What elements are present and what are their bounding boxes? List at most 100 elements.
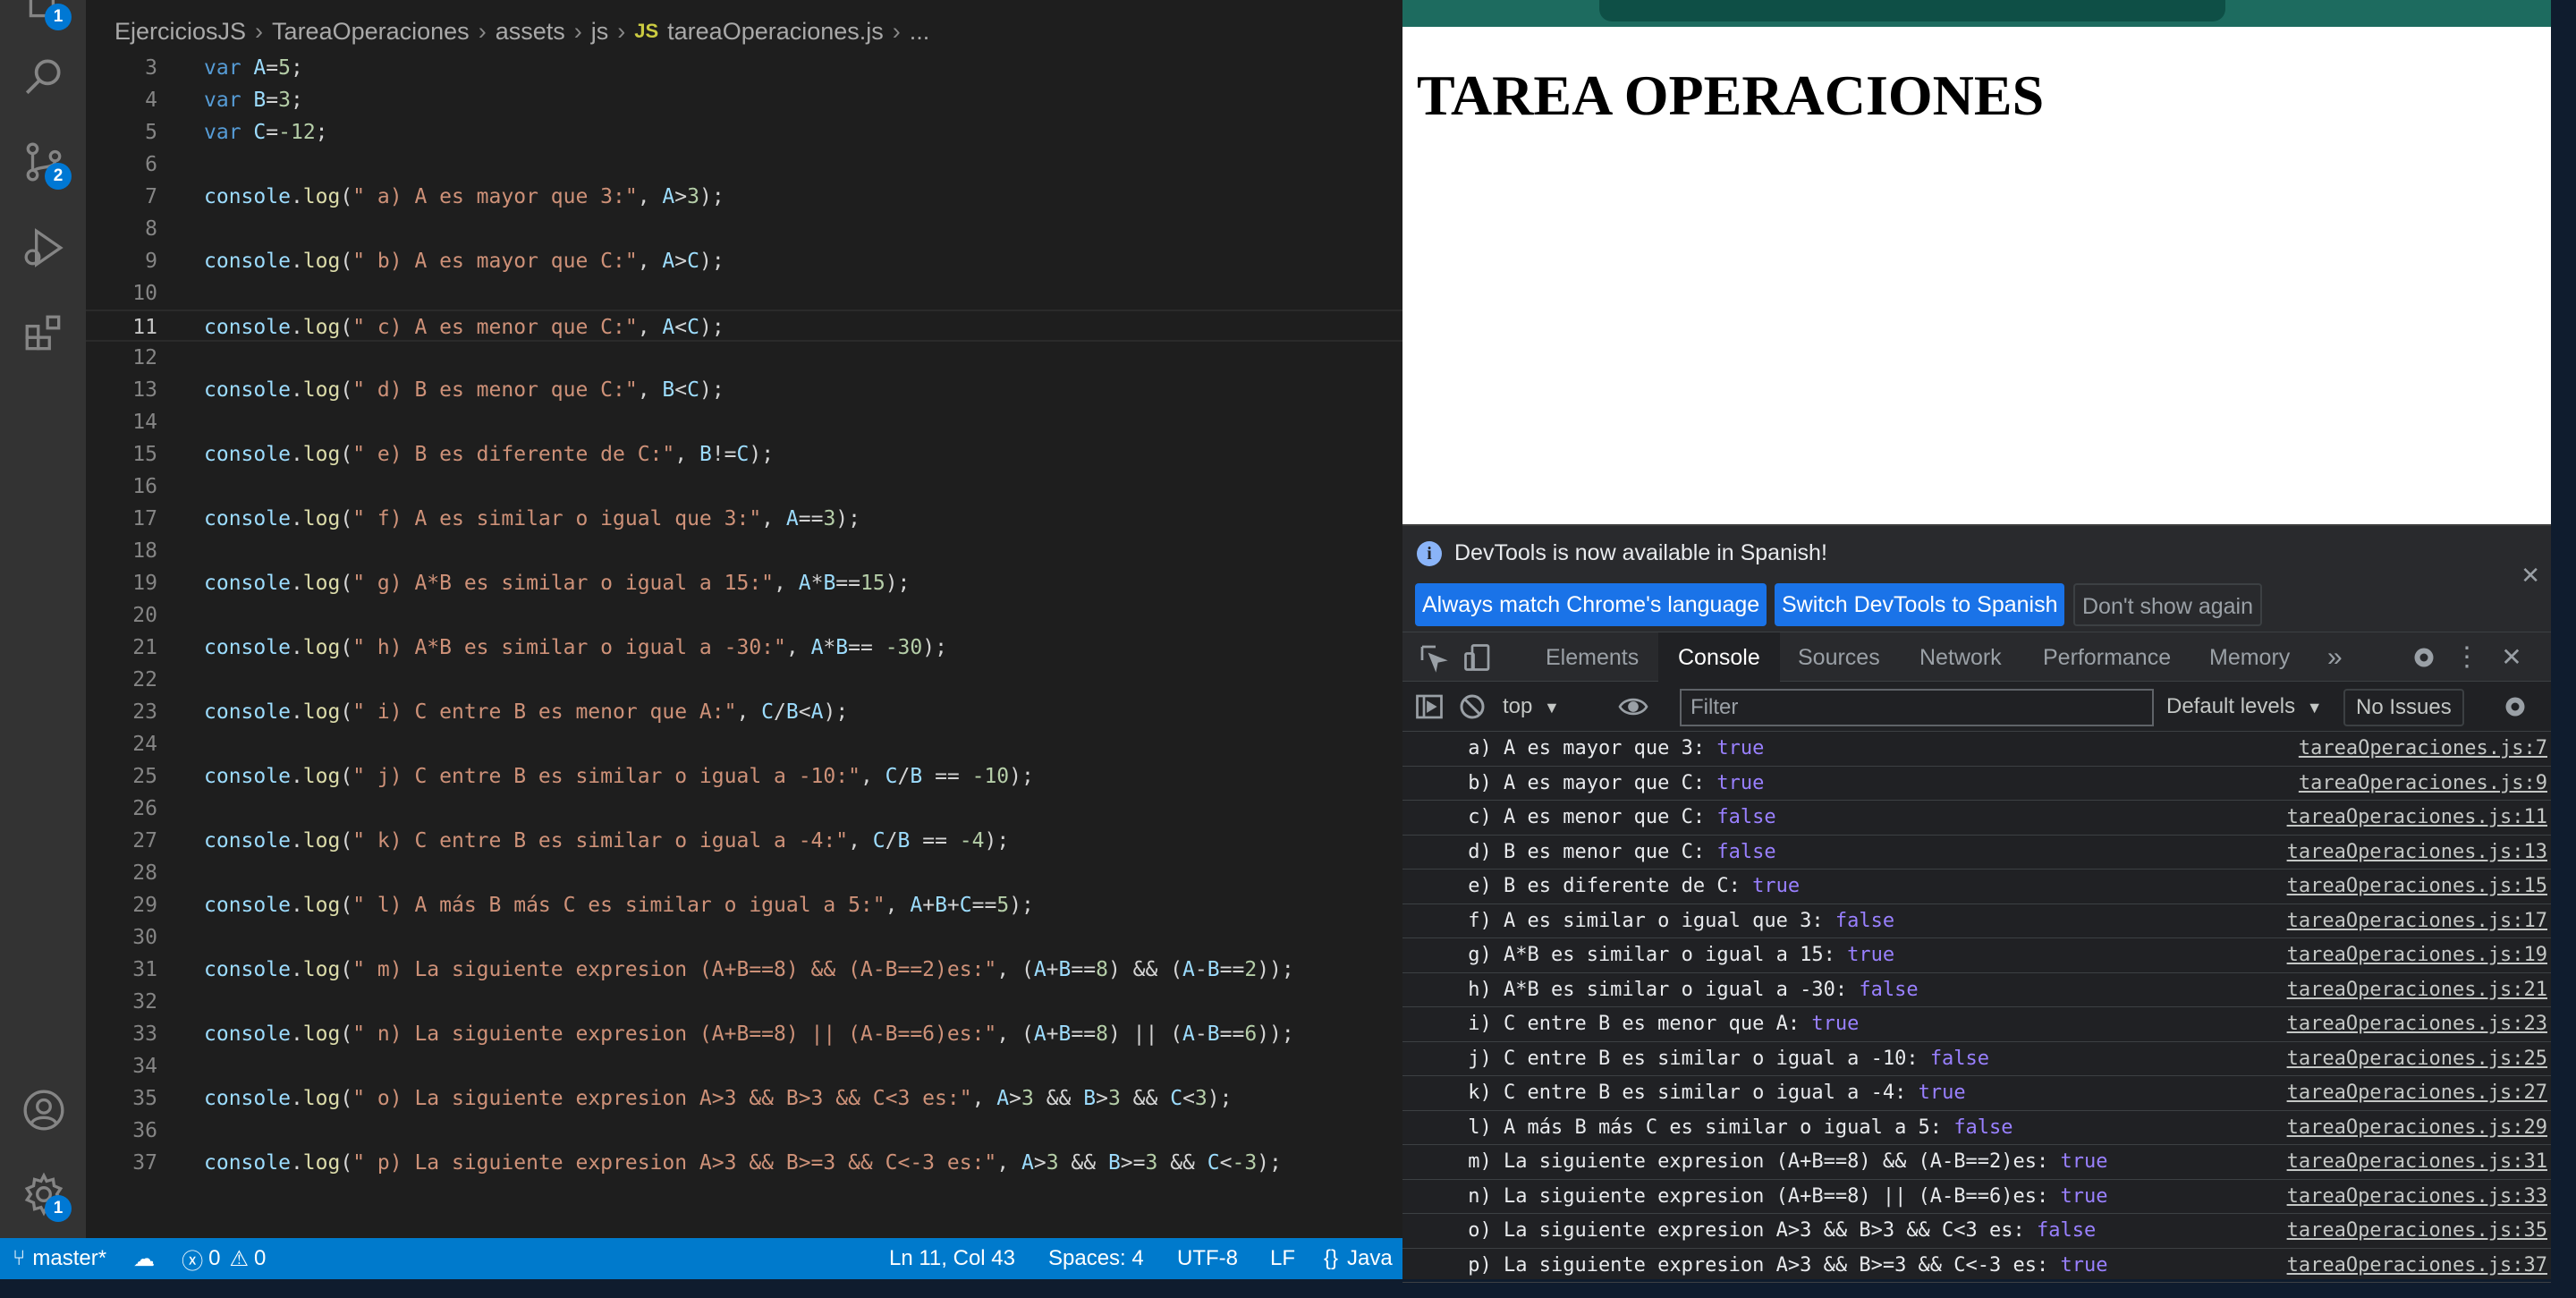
code-line[interactable]: 19 console.log(" g) A*B es similar o igua… — [86, 567, 1404, 599]
settings-gear-icon[interactable] — [2408, 641, 2440, 674]
code-line[interactable]: 20 — [86, 599, 1404, 632]
code-line[interactable]: 10 — [86, 277, 1404, 310]
issues-button[interactable]: No Issues — [2343, 689, 2464, 726]
source-link[interactable]: tareaOperaciones.js:25 — [2287, 1042, 2547, 1076]
code-line[interactable]: 4 var B=3; — [86, 84, 1404, 116]
source-link[interactable]: tareaOperaciones.js:9 — [2299, 767, 2547, 801]
code-line[interactable]: 14 — [86, 406, 1404, 438]
address-bar[interactable] — [1599, 0, 2225, 21]
source-link[interactable]: tareaOperaciones.js:19 — [2287, 938, 2547, 972]
tab-console[interactable]: Console — [1658, 632, 1780, 683]
code-line[interactable]: 25 console.log(" j) C entre B es similar … — [86, 760, 1404, 793]
console-message-text: i) C entre B es menor que A: true — [1456, 1007, 1859, 1041]
filter-input[interactable] — [1680, 689, 2154, 726]
source-link[interactable]: tareaOperaciones.js:11 — [2287, 801, 2547, 835]
code-line[interactable]: 7 console.log(" a) A es mayor que 3:", A>… — [86, 181, 1404, 213]
device-toolbar-icon[interactable] — [1462, 641, 1494, 674]
explorer-icon[interactable]: 1 — [21, 0, 72, 30]
encoding-status[interactable]: UTF-8 — [1177, 1246, 1238, 1271]
source-link[interactable]: tareaOperaciones.js:17 — [2287, 904, 2547, 938]
breadcrumb-item[interactable]: js — [591, 18, 609, 46]
code-line[interactable]: 11 console.log(" c) A es menor que C:", A… — [86, 310, 1404, 342]
breadcrumb-item[interactable]: assets — [496, 18, 565, 46]
code-line[interactable]: 29 console.log(" l) A más B más C es simi… — [86, 889, 1404, 921]
code-line[interactable]: 31 console.log(" m) La siguiente expresio… — [86, 954, 1404, 986]
tab-memory[interactable]: Memory — [2209, 632, 2290, 683]
source-link[interactable]: tareaOperaciones.js:15 — [2287, 870, 2547, 904]
log-levels-dropdown[interactable]: Default levels ▼ — [2166, 682, 2323, 732]
code-line[interactable]: 34 — [86, 1050, 1404, 1082]
accounts-icon[interactable] — [21, 1088, 66, 1133]
switch-to-spanish-button[interactable]: Switch DevTools to Spanish — [1775, 583, 2065, 626]
message-label: k) C entre B es similar o igual a -4: — [1456, 1082, 1907, 1104]
sidebar-toggle-icon[interactable] — [1413, 691, 1445, 723]
source-link[interactable]: tareaOperaciones.js:33 — [2287, 1180, 2547, 1214]
code-line[interactable]: 15 console.log(" e) B es diferente de C:"… — [86, 438, 1404, 471]
source-link[interactable]: tareaOperaciones.js:13 — [2287, 836, 2547, 870]
source-control-icon[interactable]: 2 — [21, 140, 72, 190]
code-line[interactable]: 8 — [86, 213, 1404, 245]
code-line[interactable]: 30 — [86, 921, 1404, 954]
code-line[interactable]: 22 — [86, 664, 1404, 696]
inspect-element-icon[interactable] — [1417, 641, 1449, 674]
code-line[interactable]: 5 var C=-12; — [86, 116, 1404, 148]
clear-console-icon[interactable] — [1456, 691, 1488, 723]
source-link[interactable]: tareaOperaciones.js:21 — [2287, 973, 2547, 1007]
sync-status[interactable]: ☁ — [133, 1246, 155, 1272]
code-line[interactable]: 36 — [86, 1115, 1404, 1147]
context-selector[interactable]: top ▼ — [1503, 682, 1560, 732]
tab-elements[interactable]: Elements — [1546, 632, 1639, 683]
code-line[interactable]: 18 — [86, 535, 1404, 567]
live-expression-eye-icon[interactable] — [1617, 691, 1649, 723]
dont-show-again-button[interactable]: Don't show again — [2073, 583, 2263, 626]
code-editor[interactable]: 3 var A=5; 4 var B=3; 5 var C=-12; 6 7 console.l… — [86, 52, 1404, 1238]
tab-network[interactable]: Network — [1919, 632, 2002, 683]
breadcrumb-item[interactable]: ... — [910, 18, 930, 46]
code-line[interactable]: 37 console.log(" p) La siguiente expresio… — [86, 1147, 1404, 1179]
language-status[interactable]: {} Java — [1324, 1246, 1393, 1271]
code-line[interactable]: 35 console.log(" o) La siguiente expresio… — [86, 1082, 1404, 1115]
code-line[interactable]: 21 console.log(" h) A*B es similar o igua… — [86, 632, 1404, 664]
source-link[interactable]: tareaOperaciones.js:29 — [2287, 1111, 2547, 1145]
more-options-icon[interactable]: ⋮ — [2451, 641, 2483, 674]
tab-performance[interactable]: Performance — [2043, 632, 2171, 683]
code-line[interactable]: 9 console.log(" b) A es mayor que C:", A>… — [86, 245, 1404, 277]
close-devtools-icon[interactable]: ✕ — [2496, 641, 2528, 674]
code-line[interactable]: 13 console.log(" d) B es menor que C:", B… — [86, 374, 1404, 406]
close-icon[interactable]: ✕ — [2521, 562, 2540, 590]
code-line[interactable]: 27 console.log(" k) C entre B es similar … — [86, 825, 1404, 857]
search-icon[interactable] — [21, 54, 66, 98]
code-line[interactable]: 26 — [86, 793, 1404, 825]
code-line[interactable]: 23 console.log(" i) C entre B es menor qu… — [86, 696, 1404, 728]
code-line[interactable]: 12 — [86, 342, 1404, 374]
code-line[interactable]: 16 — [86, 471, 1404, 503]
indentation-status[interactable]: Spaces: 4 — [1048, 1246, 1144, 1271]
code-line[interactable]: 3 var A=5; — [86, 52, 1404, 84]
always-match-language-button[interactable]: Always match Chrome's language — [1415, 583, 1767, 626]
code-line[interactable]: 32 — [86, 986, 1404, 1018]
run-debug-icon[interactable] — [21, 225, 66, 270]
eol-status[interactable]: LF — [1270, 1246, 1295, 1271]
source-link[interactable]: tareaOperaciones.js:31 — [2287, 1145, 2547, 1179]
source-link[interactable]: tareaOperaciones.js:27 — [2287, 1076, 2547, 1110]
source-link[interactable]: tareaOperaciones.js:35 — [2287, 1214, 2547, 1248]
code-line[interactable]: 33 console.log(" n) La siguiente expresio… — [86, 1018, 1404, 1050]
code-line[interactable]: 28 — [86, 857, 1404, 889]
more-tabs-icon[interactable]: » — [2327, 632, 2343, 683]
branch-status[interactable]: ⑂ master* — [13, 1246, 106, 1271]
console-settings-gear-icon[interactable] — [2499, 691, 2531, 723]
cursor-position[interactable]: Ln 11, Col 43 — [889, 1246, 1015, 1271]
source-link[interactable]: tareaOperaciones.js:23 — [2287, 1007, 2547, 1041]
code-line[interactable]: 24 — [86, 728, 1404, 760]
code-line[interactable]: 17 console.log(" f) A es similar o igual … — [86, 503, 1404, 535]
extensions-icon[interactable] — [21, 311, 66, 356]
tab-sources[interactable]: Sources — [1798, 632, 1880, 683]
source-link[interactable]: tareaOperaciones.js:7 — [2299, 732, 2547, 766]
breadcrumb-item[interactable]: TareaOperaciones — [272, 18, 470, 46]
problems-status[interactable]: ⓧ 0 ⚠ 0 — [182, 1243, 266, 1275]
code-line[interactable]: 6 — [86, 148, 1404, 181]
manage-gear-icon[interactable]: 1 — [21, 1172, 72, 1222]
source-link[interactable]: tareaOperaciones.js:37 — [2287, 1249, 2547, 1283]
breadcrumb-item[interactable]: tareaOperaciones.js — [667, 18, 884, 46]
breadcrumb-item[interactable]: EjerciciosJS — [114, 18, 246, 46]
